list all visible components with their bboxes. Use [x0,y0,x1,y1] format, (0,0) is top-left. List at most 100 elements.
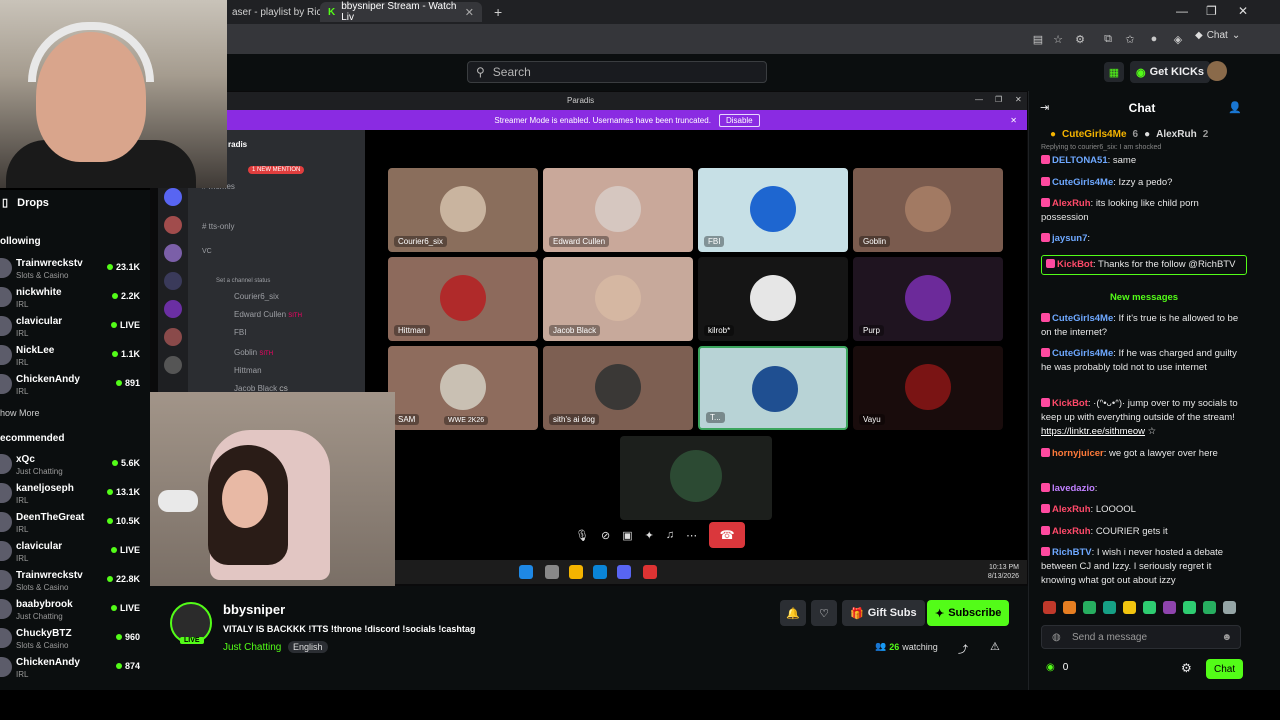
gift-subs-button[interactable]: 🎁 Gift Subs [842,600,925,626]
channel-status-hint[interactable]: Set a channel status [216,278,270,284]
soundboard-icon[interactable]: ♫ [666,529,674,541]
participant-tile[interactable]: Jacob Black [543,257,693,341]
chat-message[interactable]: AlexRuh: LOOOOL [1041,503,1247,517]
disable-streamer-mode-button[interactable]: Disable [718,113,760,127]
chat-username[interactable]: AlexRuh [1052,504,1091,515]
emote-icon[interactable] [1063,601,1076,614]
sidebar-channel[interactable]: xQc Just Chatting 5.6K [0,452,150,481]
new-messages-divider[interactable]: New messages [1041,292,1247,303]
participant-tile[interactable]: Courier6_six [388,168,538,252]
voice-member[interactable]: Hittman [234,366,262,375]
page-scrollbar[interactable] [1256,91,1280,690]
voice-member[interactable]: Goblin SITH [234,348,273,357]
subscribe-button[interactable]: ✦ Subscribe [927,600,1010,626]
gear-icon[interactable]: ⚙ [1181,661,1192,675]
minimize-icon[interactable]: — [975,95,983,104]
emote-icon[interactable] [1123,601,1136,614]
chat-users-icon[interactable]: 👤 [1228,101,1242,114]
chat-username[interactable]: jaysun7 [1052,233,1087,244]
emote-icon[interactable] [1083,601,1096,614]
server-icon[interactable] [164,356,182,374]
search-input[interactable]: ⚲ Search [467,61,767,83]
split-screen-icon[interactable]: ⧉ [1100,31,1116,47]
notification-bell-button[interactable]: 🔔 [780,600,806,626]
server-icon[interactable] [164,272,182,290]
server-icon[interactable] [164,244,182,262]
server-icon[interactable] [164,216,182,234]
chat-message-input[interactable]: ◍ Send a message ☻ [1041,625,1241,649]
sidebar-channel[interactable]: clavicular IRL LIVE [0,539,150,568]
participant-tile[interactable]: Goblin [853,168,1003,252]
chat-message[interactable]: KickBot: Thanks for the follow @RichBTV [1041,255,1247,275]
sidebar-channel[interactable]: DeenTheGreat IRL 10.5K [0,510,150,539]
share-icon[interactable]: ⤴ [958,641,968,656]
chat-username[interactable]: AlexRuh [1052,198,1091,209]
profile-icon[interactable]: ● [1146,31,1162,47]
emote-icon[interactable] [1103,601,1116,614]
chat-username[interactable]: CuteGirls4Me [1052,348,1113,359]
voice-member[interactable]: Edward Cullen SITH [234,310,302,319]
chat-username[interactable]: hornyjuicer [1052,448,1104,459]
user-avatar[interactable] [1207,61,1227,81]
reader-icon[interactable]: ▤ [1030,31,1046,47]
get-kicks-button[interactable]: ◉ Get KICKs [1130,61,1211,83]
emoji-icon[interactable]: ☻ [1221,632,1232,643]
chat-username[interactable]: KickBot [1052,398,1088,409]
sidebar-channel[interactable]: clavicular IRL LIVE [0,314,150,343]
app-icon[interactable] [643,565,657,579]
activities-icon[interactable]: ✦ [645,529,654,542]
chat-username[interactable]: DELTONA51 [1052,155,1108,166]
chat-username[interactable]: KickBot [1057,259,1093,270]
stream-category[interactable]: Just Chatting [223,642,281,653]
microphone-icon[interactable]: 🎙 [575,529,589,542]
show-more-link[interactable]: how More [0,408,40,418]
sidebar-channel[interactable]: ChuckyBTZ Slots & Casino 960 [0,626,150,655]
chat-username[interactable]: lavedazio [1052,483,1095,494]
taskbar-clock[interactable]: 10:13 PM 8/13/2026 [988,563,1019,581]
favorite-star-icon[interactable]: ☆ [1050,31,1066,47]
extensions-icon[interactable]: ⚙ [1072,31,1088,47]
send-chat-button[interactable]: Chat [1206,659,1244,679]
vc-category[interactable]: VC [202,248,212,255]
participant-tile[interactable]: Hittman [388,257,538,341]
chat-message[interactable]: RichBTV: I wish i never hosted a debate … [1041,546,1247,588]
follow-button[interactable]: ♡ [811,600,837,626]
taskview-icon[interactable] [545,565,559,579]
chat-message[interactable]: lavedazio: [1041,482,1247,496]
server-icon[interactable] [164,188,182,206]
streamer-name[interactable]: bbysniper [223,602,285,617]
sidebar-channel[interactable]: NickLee IRL 1.1K [0,343,150,372]
store-button[interactable]: ▦ [1104,62,1124,82]
favorites-icon[interactable]: ✩ [1122,31,1138,47]
chat-link[interactable]: https://linktr.ee/sithmeow [1041,426,1145,437]
drops-link[interactable]: ▯ Drops [2,196,49,209]
discord-icon[interactable] [617,565,631,579]
server-icon[interactable] [164,328,182,346]
participant-tile[interactable]: kilrob* [698,257,848,341]
sidebar-channel[interactable]: Trainwreckstv Slots & Casino 22.8K [0,568,150,597]
file-explorer-icon[interactable] [569,565,583,579]
chat-message[interactable]: AlexRuh: its looking like child porn pos… [1041,197,1247,225]
voice-member[interactable]: FBI [234,328,246,337]
close-window-icon[interactable]: ✕ [1238,4,1248,18]
new-tab-button[interactable]: + [486,2,510,22]
maximize-icon[interactable]: ❐ [1206,4,1217,18]
minimize-icon[interactable]: — [1176,4,1188,18]
chat-message[interactable]: CuteGirls4Me: If it's true is he allowed… [1041,312,1247,340]
chat-message[interactable]: hornyjuicer: we got a lawyer over here [1041,447,1247,461]
emote-icon[interactable] [1043,601,1056,614]
close-icon[interactable]: ✕ [1010,116,1017,125]
more-options-icon[interactable]: ⋯ [686,529,697,542]
browser-tab-stream[interactable]: K bbysniper Stream - Watch Liv ✕ [320,1,482,23]
language-tag[interactable]: English [288,641,328,653]
participant-tile[interactable]: FBI [698,168,848,252]
chat-username[interactable]: CuteGirls4Me [1052,313,1113,324]
start-icon[interactable] [519,565,533,579]
participant-tile[interactable]: Edward Cullen [543,168,693,252]
server-name[interactable]: radis [228,140,247,149]
copilot-icon[interactable]: ◈ [1170,31,1186,47]
edge-icon[interactable] [593,565,607,579]
participant-tile[interactable]: SAM WWE 2K26 [388,346,538,430]
server-icon[interactable] [164,300,182,318]
chat-message[interactable]: jaysun7: [1041,232,1247,246]
